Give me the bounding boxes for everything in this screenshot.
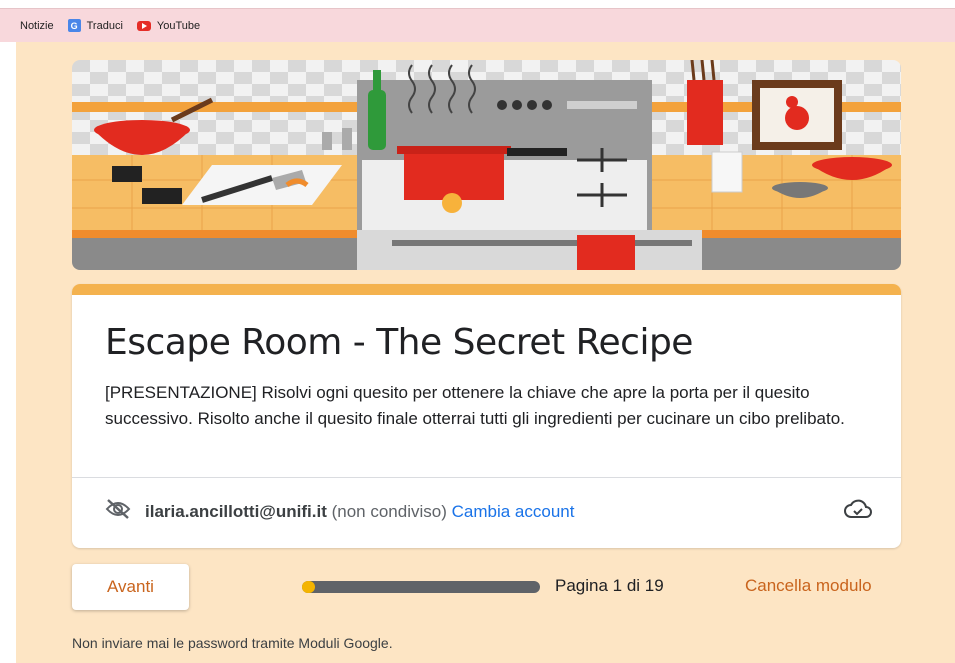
bookmark-youtube[interactable]: YouTube [136, 19, 201, 32]
account-row: ilaria.ancillotti@unifi.it (non condivis… [105, 498, 574, 525]
account-email: ilaria.ancillotti@unifi.it [145, 501, 327, 521]
next-button[interactable]: Avanti [72, 564, 189, 610]
account-note: (non condiviso) [331, 501, 447, 521]
progress-fill [302, 581, 315, 593]
bookmark-notizie[interactable]: Notizie [20, 20, 54, 32]
bookmark-traduci[interactable]: G Traduci [67, 19, 123, 32]
bookmark-label: Notizie [20, 19, 54, 32]
divider [72, 477, 901, 478]
eye-off-icon [105, 498, 131, 525]
form-page: Escape Room - The Secret Recipe [PRESENT… [16, 42, 955, 663]
clear-form-button[interactable]: Cancella modulo [745, 576, 872, 596]
password-warning: Non inviare mai le password tramite Modu… [72, 635, 393, 651]
cloud-saved-icon [843, 498, 873, 522]
kitchen-banner-image [72, 60, 901, 270]
bookmark-label: Traduci [86, 19, 123, 32]
page-indicator: Pagina 1 di 19 [555, 576, 664, 595]
form-description: [PRESENTAZIONE] Risolvi ogni quesito per… [105, 383, 845, 428]
bookmark-label: YouTube [156, 19, 201, 32]
progress-bar [302, 581, 540, 593]
accent-bar [72, 284, 901, 295]
switch-account-link[interactable]: Cambia account [452, 502, 575, 521]
form-title: Escape Room - The Secret Recipe [105, 322, 693, 363]
form-header-card: Escape Room - The Secret Recipe [PRESENT… [72, 284, 901, 548]
translate-icon: G [67, 19, 81, 32]
youtube-icon [136, 20, 151, 31]
bookmarks-bar: Notizie G Traduci YouTube [0, 8, 955, 42]
